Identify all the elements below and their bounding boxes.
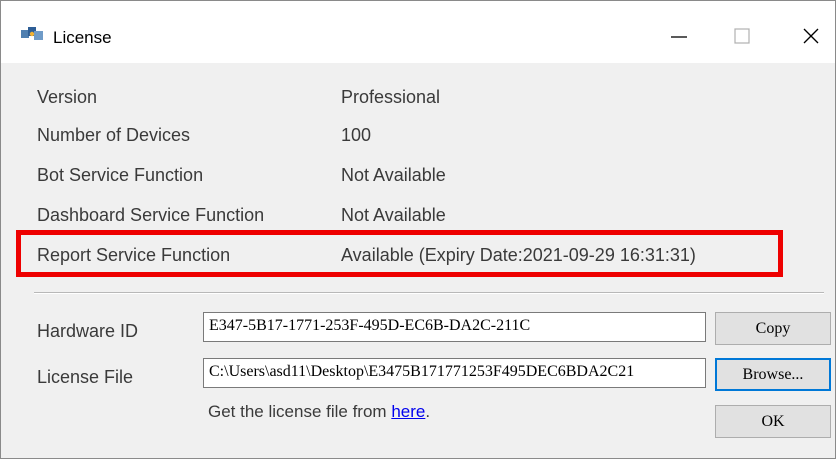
version-value: Professional [341,87,441,107]
minimize-button[interactable] [651,15,707,59]
hint-text: Get the license file from [208,402,392,421]
report-service-highlight-box [16,230,783,277]
here-link[interactable]: here [391,402,425,421]
maximize-icon [734,28,750,44]
number-of-devices-value: 100 [341,125,372,145]
maximize-button[interactable] [713,15,769,59]
close-icon [803,28,819,44]
bot-service-value: Not Available [341,165,446,185]
close-button[interactable] [773,15,829,59]
license-file-label: License File [37,367,134,387]
version-label: Version [37,87,98,107]
window-title: License [53,28,112,47]
title-bar[interactable]: License [1,1,835,63]
hint-suffix: . [425,402,431,421]
minimize-icon [671,36,687,38]
license-file-field[interactable]: C:\Users\asd11\Desktop\E3475B171771253F4… [203,358,706,388]
license-app-icon [21,27,43,41]
ok-button[interactable]: OK [715,405,831,438]
license-dialog: License Version Professional Number of D… [0,0,836,459]
dashboard-service-value: Not Available [341,205,446,225]
bot-service-label: Bot Service Function [37,165,204,185]
number-of-devices-label: Number of Devices [37,125,191,145]
separator [34,292,824,294]
license-file-hint: Get the license file from here. [208,402,430,422]
copy-button[interactable]: Copy [715,312,831,345]
dashboard-service-label: Dashboard Service Function [37,205,265,225]
hardware-id-label: Hardware ID [37,321,139,341]
hardware-id-field[interactable]: E347-5B17-1771-253F-495D-EC6B-DA2C-211C [203,312,706,342]
browse-button[interactable]: Browse... [715,358,831,391]
